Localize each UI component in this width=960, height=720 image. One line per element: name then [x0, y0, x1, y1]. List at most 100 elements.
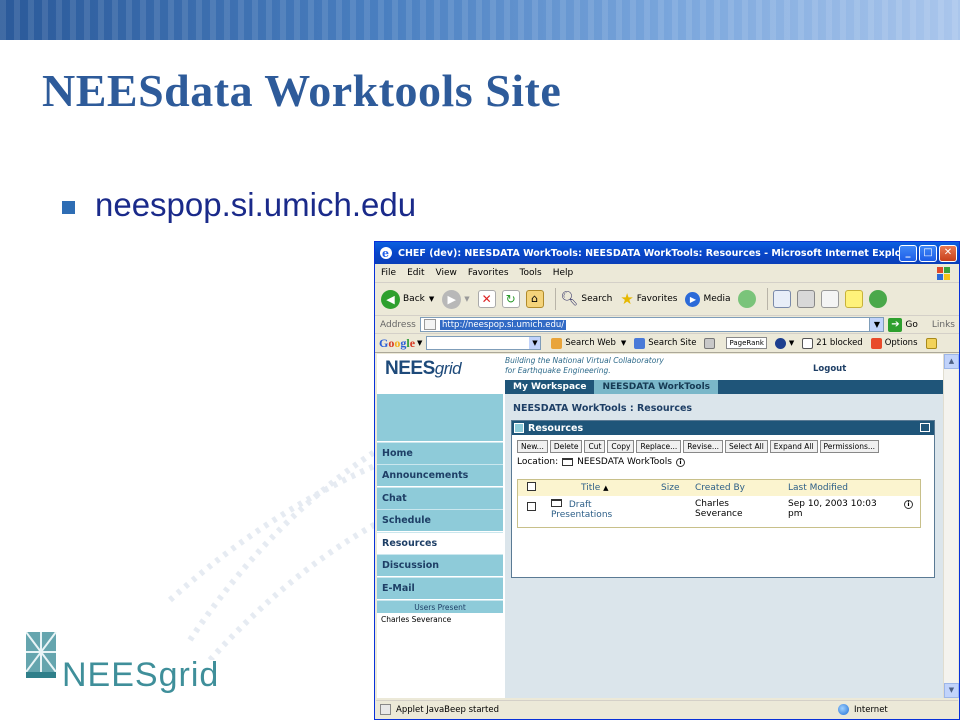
- status-text: Applet JavaBeep started: [396, 704, 499, 715]
- page-viewport: NEESgrid Building the National Virtual C…: [377, 354, 943, 698]
- close-button[interactable]: ✕: [939, 244, 957, 262]
- tab-neesdata-worktools[interactable]: NEESDATA WorkTools: [594, 380, 719, 394]
- portal-logo[interactable]: NEESgrid: [385, 358, 462, 380]
- neesgrid-logo-text: NEESgrid: [62, 656, 220, 694]
- vertical-scrollbar[interactable]: ▲ ▼: [943, 354, 959, 698]
- media-button[interactable]: ▶ Media: [685, 291, 730, 307]
- minimize-button[interactable]: _: [899, 244, 917, 262]
- search-web-dropdown-icon[interactable]: ▼: [621, 339, 626, 347]
- row-info-icon[interactable]: i: [904, 499, 913, 509]
- scroll-down-icon[interactable]: ▼: [944, 683, 959, 698]
- address-dropdown-icon[interactable]: ▼: [869, 318, 884, 331]
- search-site-icon: [634, 337, 646, 349]
- menu-file[interactable]: File: [381, 268, 396, 278]
- search-web-button[interactable]: Search Web ▼: [551, 337, 626, 349]
- favorites-label: Favorites: [636, 294, 678, 304]
- info-dropdown-icon[interactable]: ▼: [789, 339, 794, 347]
- column-last-modified[interactable]: Last Modified: [788, 483, 904, 493]
- mail-icon[interactable]: [773, 290, 792, 308]
- history-icon[interactable]: [738, 290, 757, 308]
- scroll-up-icon[interactable]: ▲: [944, 354, 959, 369]
- nav-schedule[interactable]: Schedule: [377, 509, 503, 531]
- news-icon: [704, 337, 716, 349]
- menu-edit[interactable]: Edit: [407, 268, 424, 278]
- nav-announcements[interactable]: Announcements: [377, 464, 503, 486]
- folder-icon: [551, 499, 562, 507]
- delete-button[interactable]: Delete: [549, 440, 583, 453]
- resources-panel: Resources New... Delete Cut Copy Replace…: [511, 420, 935, 578]
- portal-logo-nees: NEES: [385, 358, 435, 379]
- cut-button[interactable]: Cut: [584, 440, 606, 453]
- nav-chat[interactable]: Chat: [377, 486, 503, 509]
- column-created-by[interactable]: Created By: [695, 483, 788, 493]
- tool-menu-header: [377, 394, 503, 441]
- nav-discussion[interactable]: Discussion: [377, 554, 503, 576]
- news-button[interactable]: [704, 337, 718, 349]
- menu-tools[interactable]: Tools: [520, 268, 542, 278]
- column-size[interactable]: Size: [661, 483, 695, 493]
- back-button[interactable]: ◀ Back ▼: [381, 289, 434, 309]
- stop-icon[interactable]: ✕: [477, 290, 496, 308]
- page-icon: [424, 319, 436, 330]
- forward-button[interactable]: ▶ ▼: [442, 289, 470, 309]
- favorites-button[interactable]: ★ Favorites: [620, 290, 677, 308]
- sort-ascending-icon: ▲: [603, 484, 609, 492]
- address-input[interactable]: http://neespop.si.umich.edu/ ▼: [420, 317, 885, 332]
- tab-my-workspace[interactable]: My Workspace: [505, 380, 594, 394]
- menu-favorites[interactable]: Favorites: [468, 268, 509, 278]
- links-button[interactable]: Links: [932, 320, 955, 330]
- folder-icon: [562, 458, 574, 466]
- replace-button[interactable]: Replace...: [636, 440, 682, 453]
- created-by-line1: Charles: [695, 499, 729, 509]
- google-search-input[interactable]: ▼: [426, 336, 542, 350]
- google-input-dropdown-icon[interactable]: ▼: [529, 337, 541, 349]
- pagerank-label: PageRank: [726, 337, 767, 349]
- info-icon[interactable]: i: [675, 457, 685, 467]
- select-all-button[interactable]: Select All: [724, 440, 768, 453]
- pagerank-indicator[interactable]: PageRank: [726, 337, 767, 349]
- nav-email[interactable]: E-Mail: [377, 576, 503, 599]
- home-icon[interactable]: ⌂: [525, 290, 544, 308]
- google-menu-dropdown-icon[interactable]: ▼: [417, 339, 422, 347]
- revise-button[interactable]: Revise...: [683, 440, 723, 453]
- nav-resources[interactable]: Resources: [377, 531, 503, 554]
- forward-dropdown-icon[interactable]: ▼: [464, 295, 469, 303]
- new-button[interactable]: New...: [517, 440, 548, 453]
- row-checkbox[interactable]: [527, 502, 536, 511]
- google-logo[interactable]: Google: [379, 336, 415, 351]
- clipboard-button[interactable]: [925, 337, 940, 349]
- maximize-panel-icon[interactable]: [920, 423, 930, 432]
- permissions-button[interactable]: Permissions...: [819, 440, 880, 453]
- maximize-button[interactable]: □: [919, 244, 937, 262]
- popup-blocker-button[interactable]: 21 blocked: [802, 337, 863, 349]
- go-button[interactable]: ➔ Go: [888, 317, 918, 332]
- column-title[interactable]: Title ▲: [551, 483, 661, 493]
- menu-help[interactable]: Help: [553, 268, 574, 278]
- refresh-icon[interactable]: ↻: [501, 290, 520, 308]
- edit-icon[interactable]: [821, 290, 840, 308]
- search-label: Search: [581, 294, 613, 304]
- portal-tagline-line1: Building the National Virtual Collaborat…: [505, 356, 664, 365]
- nav-home[interactable]: Home: [377, 441, 503, 464]
- copy-button[interactable]: Copy: [607, 440, 635, 453]
- ie-window: e CHEF (dev): NEESDATA WorkTools: NEESDA…: [374, 241, 960, 720]
- location-label: Location:: [517, 457, 559, 467]
- windows-flag-icon: [937, 267, 950, 280]
- notes-icon[interactable]: [845, 290, 864, 308]
- back-dropdown-icon[interactable]: ▼: [429, 295, 434, 303]
- print-icon[interactable]: [797, 290, 816, 308]
- neesgrid-corner-logo: NEESgrid: [26, 630, 256, 700]
- search-button[interactable]: 🔍︎ Search: [561, 291, 613, 307]
- select-all-checkbox[interactable]: [527, 482, 536, 491]
- messenger-icon[interactable]: [869, 290, 888, 308]
- logout-link[interactable]: Logout: [813, 364, 846, 374]
- expand-all-button[interactable]: Expand All: [769, 440, 818, 453]
- resources-table: Title ▲ Size Created By Last Modified Dr…: [517, 479, 921, 528]
- info-button[interactable]: ▼: [774, 337, 794, 349]
- options-button[interactable]: Options: [870, 337, 918, 349]
- title-bar[interactable]: e CHEF (dev): NEESDATA WorkTools: NEESDA…: [375, 242, 959, 264]
- resources-panel-header: Resources: [512, 421, 934, 435]
- search-site-button[interactable]: Search Site: [634, 337, 696, 349]
- globe-icon: [838, 704, 849, 715]
- menu-view[interactable]: View: [436, 268, 457, 278]
